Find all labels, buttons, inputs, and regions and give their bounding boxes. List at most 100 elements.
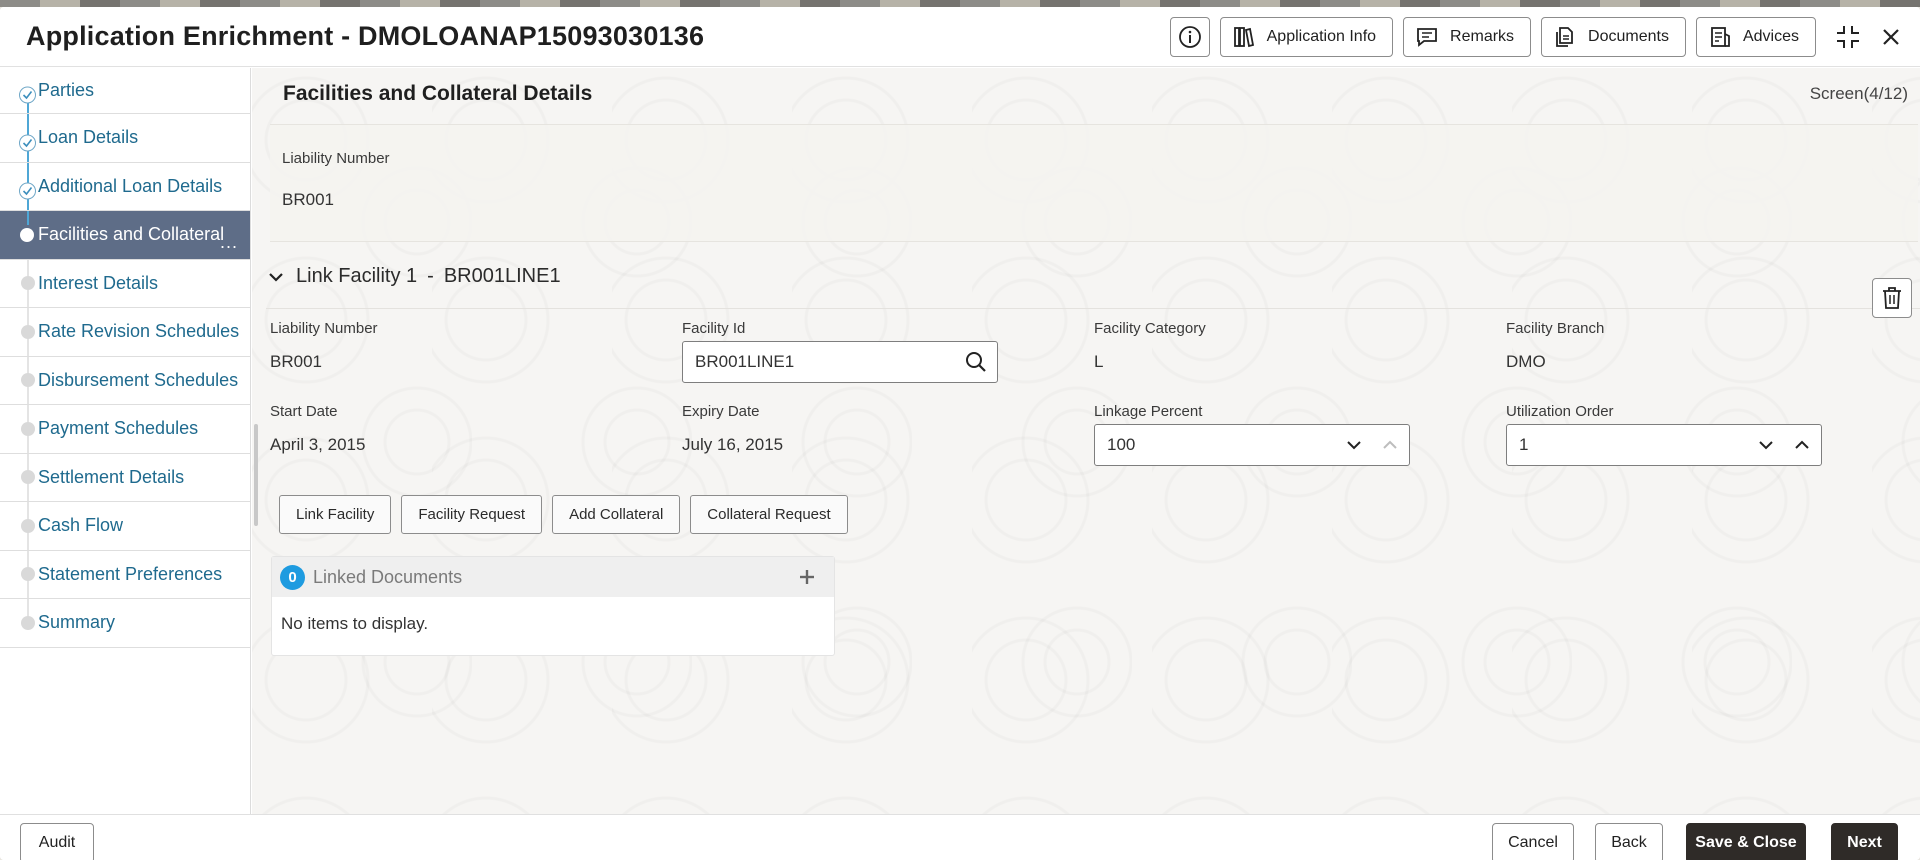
add-document-button[interactable] — [798, 568, 816, 586]
sidebar-item-facilities-collateral[interactable]: Facilities and Collateral ... — [0, 211, 250, 260]
facility-id-field: Facility Id BR001LINE1 — [682, 320, 1002, 383]
sidebar-item-label: Loan Details — [38, 127, 139, 148]
sidebar-item-summary[interactable]: Summary — [0, 599, 250, 648]
liability-number-field: Liability Number BR001 — [270, 320, 650, 371]
sidebar-item-settlement-details[interactable]: Settlement Details — [0, 453, 250, 502]
step-dot-icon — [21, 615, 35, 630]
step-dot-icon — [21, 518, 35, 533]
chevron-down-icon — [1347, 441, 1361, 450]
info-circle-icon — [1178, 26, 1201, 48]
liability-number-label: Liability Number — [282, 150, 390, 167]
field-value: July 16, 2015 — [682, 435, 784, 454]
check-circle-icon — [19, 134, 36, 151]
sidebar-item-label: Additional Loan Details — [38, 175, 223, 196]
field-value: DMO — [1506, 352, 1546, 371]
start-date-field: Start Date April 3, 2015 — [270, 403, 650, 454]
info-button[interactable] — [1169, 17, 1210, 57]
linked-documents-panel: 0 Linked Documents No items to display. — [271, 556, 835, 656]
sidebar-item-label: Statement Preferences — [38, 563, 223, 584]
sidebar-item-interest-details[interactable]: Interest Details — [0, 259, 250, 308]
step-dot-icon — [21, 276, 35, 291]
documents-count-badge: 0 — [280, 564, 305, 590]
facility-category-field: Facility Category L — [1094, 320, 1474, 371]
documents-icon — [1556, 27, 1573, 47]
collapse-button[interactable] — [1834, 23, 1862, 51]
sidebar-item-label: Rate Revision Schedules — [38, 321, 240, 342]
sidebar-item-loan-details[interactable]: Loan Details — [0, 114, 250, 163]
sidebar-item-label: Facilities and Collateral — [38, 224, 225, 245]
sidebar-item-rate-revision-schedules[interactable]: Rate Revision Schedules — [0, 308, 250, 357]
delete-facility-button[interactable] — [1872, 278, 1912, 318]
close-button[interactable] — [1880, 26, 1902, 48]
cancel-button[interactable]: Cancel — [1492, 823, 1574, 860]
remarks-button[interactable]: Remarks — [1403, 17, 1532, 57]
linkage-percent-value: 100 — [1107, 435, 1136, 454]
sidebar-item-label: Settlement Details — [38, 466, 185, 487]
field-value: April 3, 2015 — [270, 435, 366, 454]
step-dot-icon — [21, 567, 35, 582]
advices-label: Advices — [1742, 28, 1799, 45]
field-label: Start Date — [270, 403, 338, 420]
search-icon — [966, 352, 986, 372]
link-facility-heading: Link Facility 1 — [296, 265, 418, 287]
decrement-button[interactable] — [1757, 436, 1775, 454]
add-collateral-button[interactable]: Add Collateral — [552, 495, 681, 534]
facility-id-input[interactable]: BR001LINE1 — [682, 341, 998, 383]
linkage-percent-field: Linkage Percent 100 — [1094, 403, 1414, 466]
sidebar-item-disbursement-schedules[interactable]: Disbursement Schedules — [0, 356, 250, 405]
sidebar-item-parties[interactable]: Parties — [0, 68, 250, 114]
utilization-order-value: 1 — [1519, 435, 1529, 454]
books-icon — [1233, 27, 1254, 48]
collapse-icon — [1837, 26, 1859, 48]
sidebar-item-payment-schedules[interactable]: Payment Schedules — [0, 405, 250, 454]
documents-label: Documents — [1588, 28, 1669, 45]
linkage-percent-input[interactable]: 100 — [1094, 424, 1410, 466]
sidebar-item-additional-loan-details[interactable]: Additional Loan Details — [0, 162, 250, 211]
field-label: Utilization Order — [1506, 403, 1614, 420]
field-label: Liability Number — [270, 320, 378, 337]
link-facility-section-toggle[interactable]: Link Facility 1 - BR001LINE1 — [268, 265, 561, 288]
utilization-order-input[interactable]: 1 — [1506, 424, 1822, 466]
field-value: BR001 — [270, 352, 322, 371]
sidebar-resize-handle[interactable] — [254, 424, 258, 526]
decrement-button[interactable] — [1345, 436, 1363, 454]
sidebar-item-label: Interest Details — [38, 272, 159, 293]
advices-button[interactable]: Advices — [1695, 17, 1816, 57]
step-dot-icon — [21, 373, 35, 388]
audit-button[interactable]: Audit — [20, 823, 94, 860]
field-label: Facility Id — [682, 320, 746, 337]
sidebar-item-cash-flow[interactable]: Cash Flow — [0, 502, 250, 551]
sidebar-item-statement-preferences[interactable]: Statement Preferences — [0, 550, 250, 599]
heading-separator: - — [427, 265, 434, 287]
save-close-button[interactable]: Save & Close — [1686, 823, 1806, 860]
link-facility-button[interactable]: Link Facility — [279, 495, 392, 534]
back-button[interactable]: Back — [1595, 823, 1663, 860]
field-value: L — [1094, 352, 1104, 371]
main-content: Facilities and Collateral Details Screen… — [252, 68, 1920, 814]
sidebar-item-label: Cash Flow — [38, 515, 124, 536]
utilization-order-field: Utilization Order 1 — [1506, 403, 1826, 466]
chevron-down-icon — [269, 272, 283, 282]
linked-documents-header: 0 Linked Documents — [272, 557, 834, 597]
chevron-down-icon — [1759, 441, 1773, 450]
stepper-controls — [1739, 436, 1821, 454]
field-label: Facility Branch — [1506, 320, 1605, 337]
facility-actions: Link Facility Facility Request Add Colla… — [279, 495, 858, 534]
search-button[interactable] — [965, 351, 997, 373]
header-actions: Application Info Remarks Documents Advic… — [1160, 17, 1902, 57]
increment-button[interactable] — [1381, 436, 1399, 454]
collateral-request-button[interactable]: Collateral Request — [690, 495, 848, 534]
facility-branch-field: Facility Branch DMO — [1506, 320, 1886, 371]
chevron-up-icon — [1795, 440, 1809, 449]
step-dot-icon — [21, 324, 35, 339]
check-circle-icon — [19, 182, 36, 200]
increment-button[interactable] — [1793, 436, 1811, 454]
application-window: Application Enrichment - DMOLOANAP150930… — [0, 7, 1920, 860]
application-info-button[interactable]: Application Info — [1219, 17, 1394, 57]
field-label: Linkage Percent — [1094, 403, 1203, 420]
trash-icon — [1883, 287, 1901, 309]
facility-request-button[interactable]: Facility Request — [401, 495, 543, 534]
documents-button[interactable]: Documents — [1541, 17, 1686, 57]
next-button[interactable]: Next — [1831, 823, 1898, 860]
desktop-strip — [0, 0, 1920, 7]
